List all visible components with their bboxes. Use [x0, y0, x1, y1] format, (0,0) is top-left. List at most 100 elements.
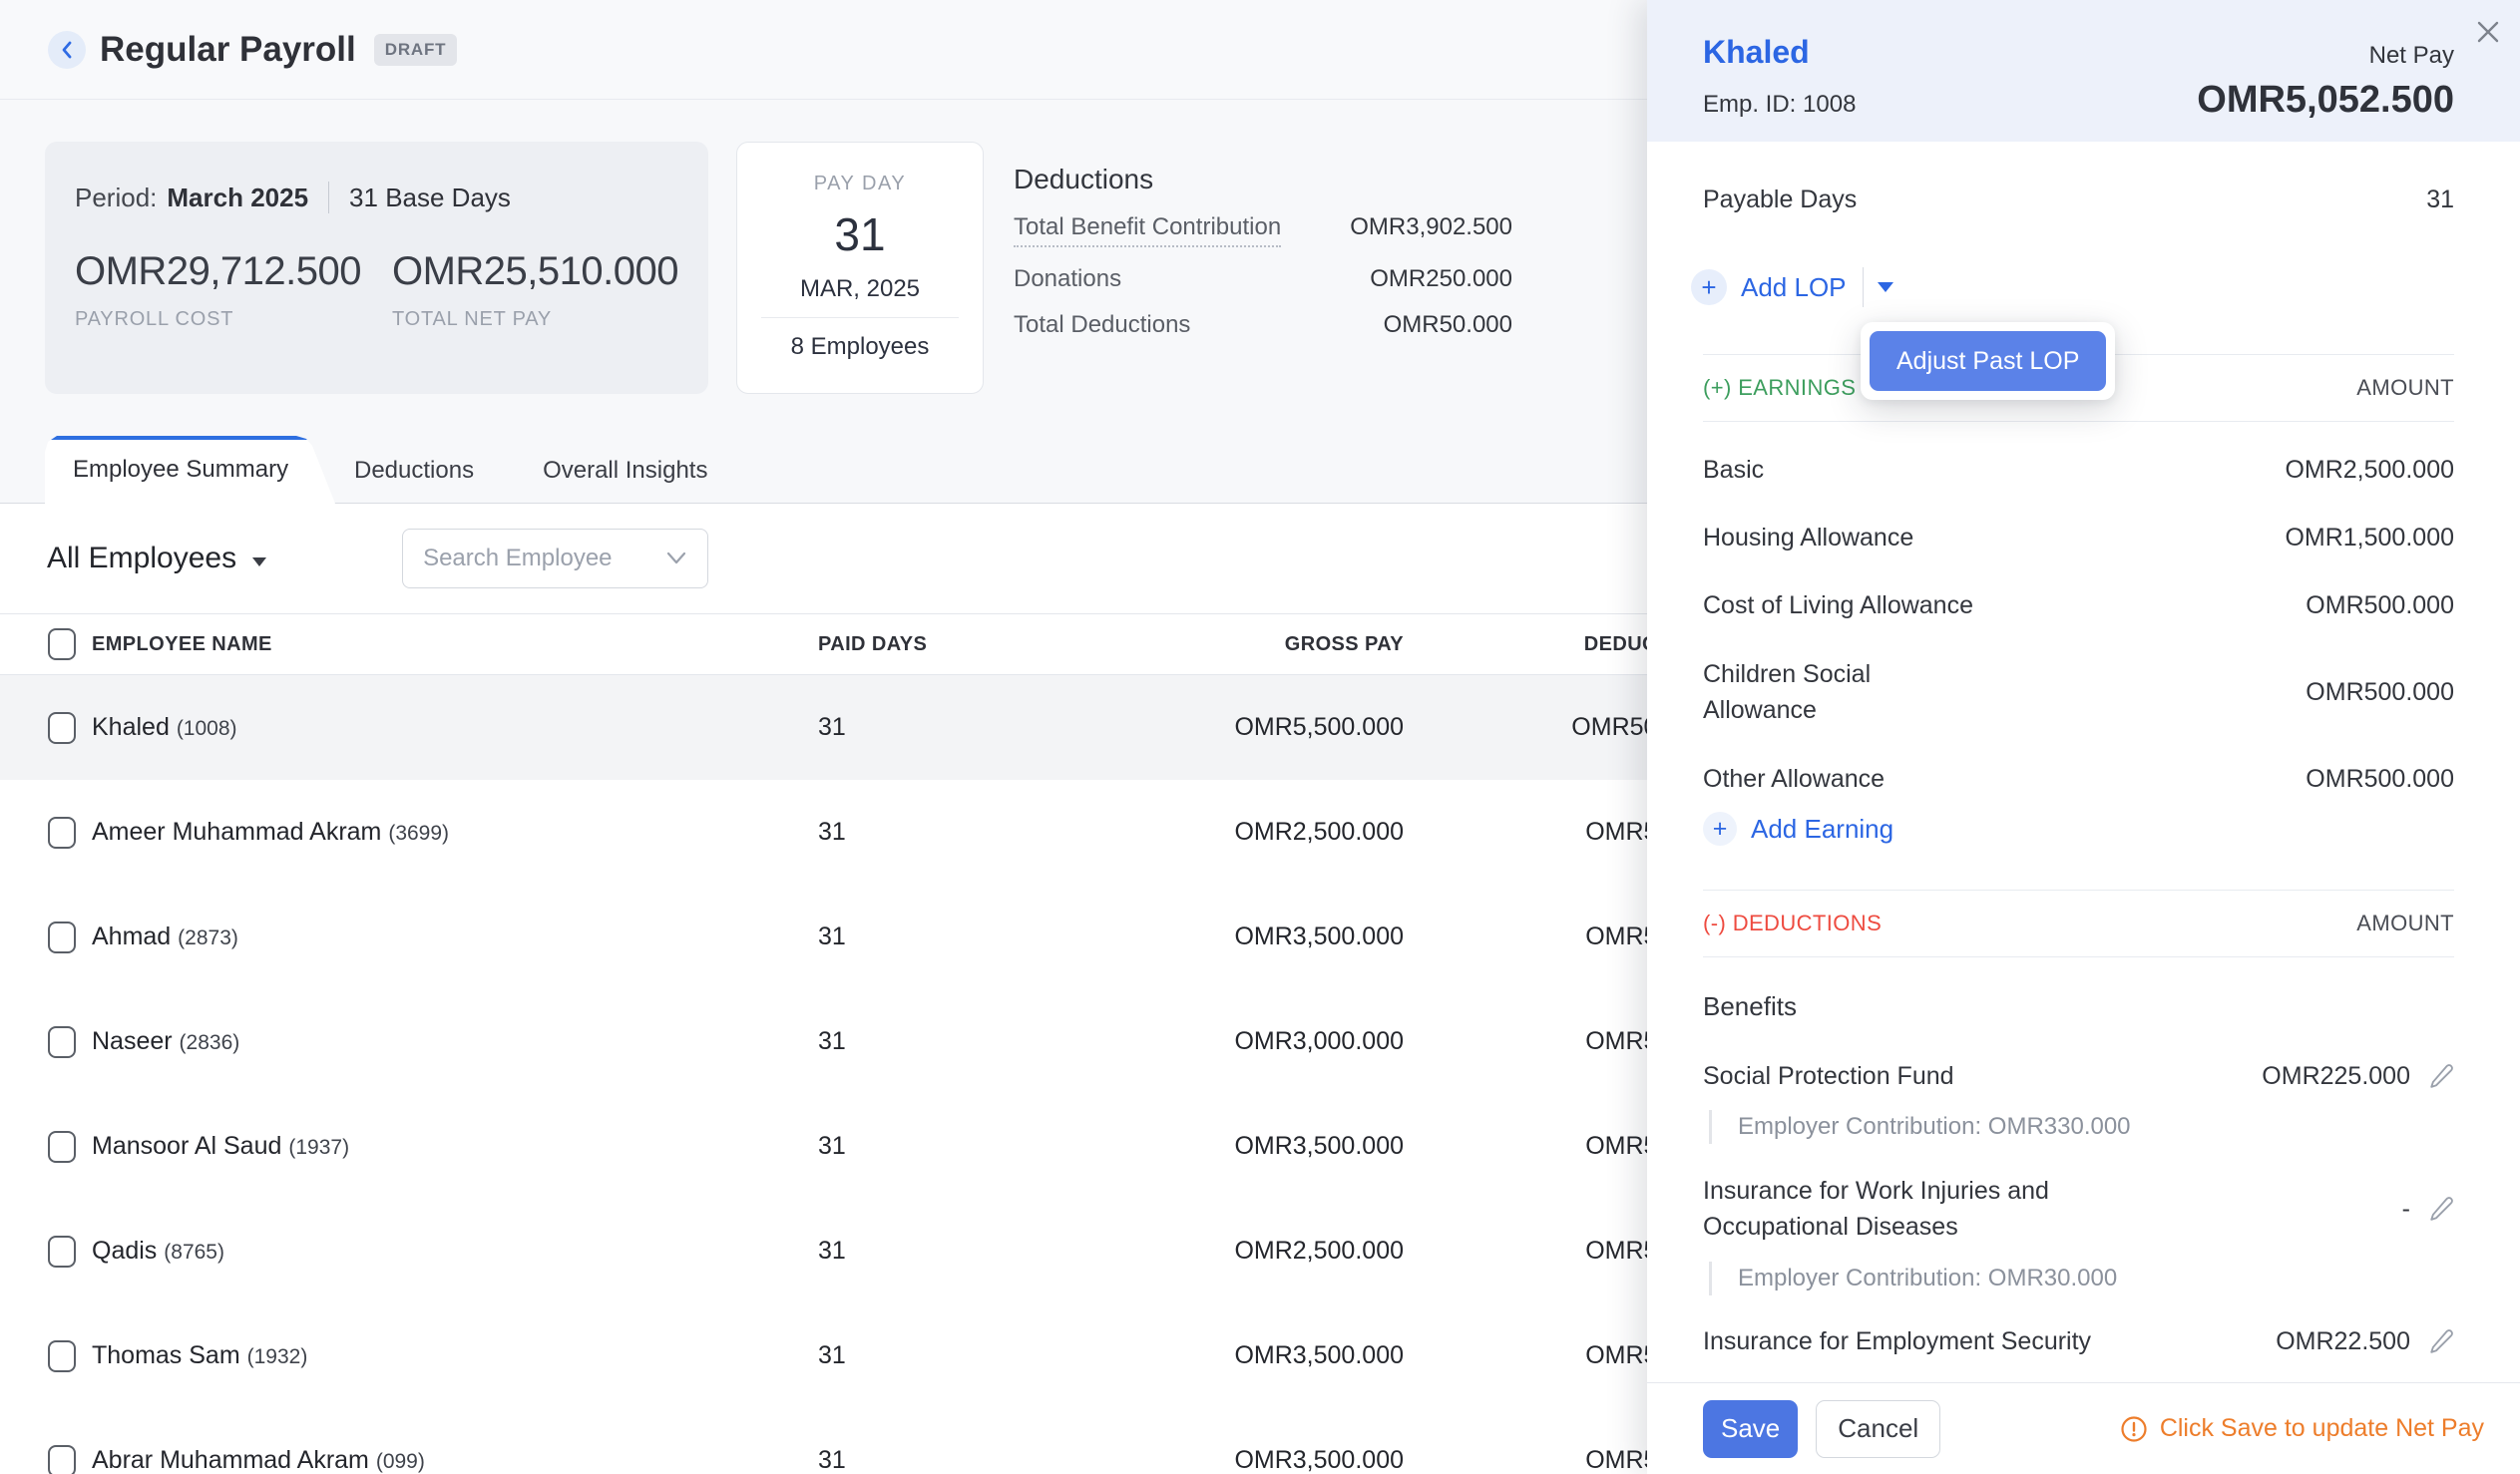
edit-icon[interactable]	[2428, 1328, 2454, 1354]
earning-value: OMR500.000	[2306, 766, 2454, 792]
earning-row: Other Allowance OMR500.000	[1703, 745, 2454, 813]
paid-days-value: 31	[818, 1027, 1117, 1056]
divider	[761, 317, 959, 318]
row-checkbox[interactable]	[48, 921, 76, 953]
row-checkbox[interactable]	[48, 1236, 76, 1268]
total-net-pay-label: TOTAL NET PAY	[392, 308, 678, 331]
page-title: Regular Payroll	[100, 30, 356, 70]
earning-label: Other Allowance	[1703, 766, 1885, 792]
add-lop-popup: Adjust Past LOP	[1861, 322, 2115, 400]
employee-id: (8765)	[164, 1241, 224, 1264]
earning-label: Basic	[1703, 457, 1764, 483]
earning-label: Children SocialAllowance	[1703, 656, 1871, 728]
tab-deductions[interactable]: Deductions	[354, 439, 474, 503]
employee-pay-drawer: Khaled Net Pay Emp. ID: 1008 OMR5,052.50…	[1647, 0, 2520, 1474]
benefit-label: Insurance for Work Injuries andOccupatio…	[1703, 1173, 2049, 1245]
select-all-checkbox[interactable]	[48, 628, 76, 660]
drawer-employee-name[interactable]: Khaled	[1703, 34, 1810, 71]
search-employee-select[interactable]: Search Employee	[402, 529, 708, 588]
deduction-value: OMR250.000	[1370, 265, 1512, 293]
benefits-list: Social Protection Fund OMR225.000 Employ…	[1703, 1022, 2454, 1375]
save-button[interactable]: Save	[1703, 1400, 1798, 1458]
add-earning-button[interactable]: Add Earning	[1751, 814, 1893, 845]
earning-value: OMR500.000	[2306, 592, 2454, 618]
add-lop-button[interactable]: Add LOP	[1741, 272, 1847, 303]
row-checkbox[interactable]	[48, 1026, 76, 1058]
earning-value: OMR500.000	[2306, 679, 2454, 705]
employee-name[interactable]: Mansoor Al Saud	[92, 1132, 281, 1160]
edit-icon[interactable]	[2428, 1196, 2454, 1222]
row-checkbox[interactable]	[48, 1340, 76, 1372]
employee-name[interactable]: Ameer Muhammad Akram	[92, 818, 381, 846]
column-gross-pay: GROSS PAY	[1117, 633, 1404, 656]
deductions-summary: Deductions Total Benefit Contribution OM…	[1014, 142, 1512, 394]
payday-label: PAY DAY	[737, 173, 983, 195]
employee-id: (2873)	[178, 926, 238, 949]
employee-name[interactable]: Thomas Sam	[92, 1341, 240, 1369]
close-button[interactable]	[2470, 14, 2506, 50]
column-paid-days: PAID DAYS	[818, 633, 1117, 656]
save-warning: Click Save to update Net Pay	[2120, 1414, 2484, 1443]
search-placeholder: Search Employee	[423, 545, 612, 572]
net-pay-label: Net Pay	[2369, 42, 2454, 70]
employee-name[interactable]: Naseer	[92, 1027, 173, 1055]
benefit-label: Social Protection Fund	[1703, 1063, 1954, 1089]
plus-icon: +	[1691, 269, 1727, 305]
period-card: Period: March 2025 31 Base Days OMR29,71…	[45, 142, 708, 394]
row-checkbox[interactable]	[48, 1445, 76, 1474]
deduction-label: Donations	[1014, 265, 1121, 293]
deduction-summary-row: Total Deductions OMR50.000	[1014, 311, 1512, 339]
row-checkbox[interactable]	[48, 1131, 76, 1163]
earning-value: OMR2,500.000	[2285, 457, 2454, 483]
paid-days-value: 31	[818, 818, 1117, 847]
caret-down-icon	[252, 557, 266, 566]
row-checkbox[interactable]	[48, 712, 76, 744]
base-days: 31 Base Days	[349, 183, 511, 213]
employee-filter-dropdown[interactable]: All Employees	[47, 542, 266, 575]
benefits-title: Benefits	[1703, 991, 2454, 1022]
add-lop-dropdown-toggle[interactable]	[1878, 282, 1893, 292]
employee-name[interactable]: Abrar Muhammad Akram	[92, 1446, 369, 1474]
employee-id: (3699)	[388, 822, 449, 845]
tab-employee-summary[interactable]: Employee Summary	[45, 436, 366, 504]
employee-id: (1932)	[247, 1345, 308, 1368]
net-pay-value: OMR5,052.500	[2197, 79, 2454, 122]
employee-id: (1937)	[288, 1136, 349, 1159]
earning-value: OMR1,500.000	[2285, 525, 2454, 551]
payday-employees: 8 Employees	[737, 333, 983, 361]
edit-icon[interactable]	[2428, 1063, 2454, 1089]
gross-pay-value: OMR3,500.000	[1117, 1132, 1404, 1161]
paid-days-value: 31	[818, 1132, 1117, 1161]
payday-month: MAR, 2025	[737, 275, 983, 303]
row-checkbox[interactable]	[48, 817, 76, 849]
tab-overall-insights[interactable]: Overall Insights	[543, 439, 707, 503]
benefit-value: OMR22.500	[2276, 1328, 2410, 1354]
employee-name[interactable]: Khaled	[92, 713, 170, 741]
earning-label: Cost of Living Allowance	[1703, 592, 1973, 618]
payroll-cost-value: OMR29,712.500	[75, 249, 392, 294]
earning-row: Housing Allowance OMR1,500.000	[1703, 504, 2454, 571]
adjust-past-lop-button[interactable]: Adjust Past LOP	[1870, 331, 2106, 391]
column-employee-name: EMPLOYEE NAME	[92, 633, 818, 656]
divider	[328, 182, 329, 213]
chevron-left-icon	[60, 40, 74, 60]
earning-row: Cost of Living Allowance OMR500.000	[1703, 571, 2454, 639]
benefit-item: Social Protection Fund OMR225.000 Employ…	[1703, 1042, 2454, 1144]
employee-name[interactable]: Qadis	[92, 1237, 157, 1265]
employee-id: (2836)	[180, 1031, 240, 1054]
deduction-label: Total Benefit Contribution	[1014, 213, 1281, 247]
employee-name[interactable]: Ahmad	[92, 922, 171, 950]
deductions-title: Deductions	[1014, 164, 1512, 195]
cancel-button[interactable]: Cancel	[1816, 1400, 1940, 1458]
payday-day: 31	[737, 207, 983, 261]
period-value: March 2025	[167, 183, 308, 213]
earning-row: Children SocialAllowance OMR500.000	[1703, 639, 2454, 745]
earnings-list: Basic OMR2,500.000 Housing Allowance OMR…	[1703, 422, 2454, 813]
back-button[interactable]	[48, 31, 86, 69]
period-label: Period:	[75, 183, 157, 213]
plus-icon: +	[1703, 812, 1737, 846]
deduction-label: Total Deductions	[1014, 311, 1190, 339]
status-badge: DRAFT	[374, 34, 458, 66]
gross-pay-value: OMR3,500.000	[1117, 1446, 1404, 1474]
deductions-header-label: (-) DEDUCTIONS	[1703, 911, 1882, 936]
